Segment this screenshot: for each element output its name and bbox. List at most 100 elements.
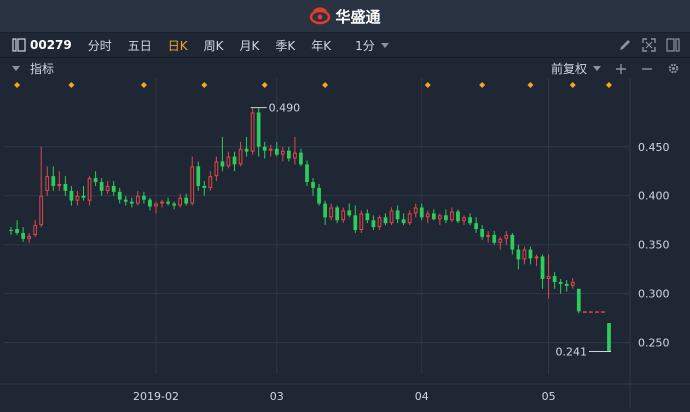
- candle-body: [516, 249, 521, 260]
- candle-body: [564, 283, 569, 286]
- expand-icon[interactable]: [642, 38, 656, 52]
- indicator-bar: 指标 前复权: [0, 58, 690, 78]
- indicator-collapse-icon[interactable]: [12, 65, 20, 71]
- candle-body: [595, 311, 599, 313]
- candle-body: [129, 201, 134, 204]
- candle-body: [81, 195, 86, 198]
- pen-icon[interactable]: [618, 38, 632, 52]
- brand-name: 华盛通: [335, 7, 381, 26]
- candle-body: [202, 185, 207, 188]
- adjust-select[interactable]: 前复权: [551, 60, 601, 77]
- event-marker: [201, 82, 208, 88]
- candle-body: [359, 213, 364, 231]
- stock-code: 00279: [30, 38, 72, 52]
- candle-body: [135, 195, 140, 204]
- candle-body: [15, 229, 19, 233]
- candle-body: [214, 161, 219, 177]
- candle-body: [208, 176, 213, 188]
- period-toolbar: 00279 分时 五日 日K 周K 月K 季K 年K 1分: [0, 33, 690, 58]
- candle-body: [87, 178, 92, 201]
- settings-icon[interactable]: [667, 62, 680, 75]
- candle-body: [341, 210, 346, 221]
- tab-daily-k[interactable]: 日K: [168, 37, 188, 54]
- sidebar-toggle-icon[interactable]: [12, 38, 26, 52]
- candle-body: [431, 213, 436, 220]
- candle-body: [45, 176, 50, 191]
- annotation-label: 0.241: [555, 345, 587, 358]
- candle-body: [184, 197, 189, 204]
- candle-body: [238, 148, 243, 165]
- chart-canvas[interactable]: 0.250 0.300 0.350 0.400 0.450 2019-02 03 04 05 0.…: [0, 78, 690, 408]
- candle-body: [528, 249, 533, 259]
- event-marker: [322, 82, 329, 88]
- brand: 华盛通: [309, 6, 381, 27]
- candle-body: [419, 207, 424, 218]
- tab-quarterly-k[interactable]: 季K: [275, 37, 295, 54]
- candle-body: [498, 238, 503, 243]
- candle-body: [99, 182, 104, 191]
- candlestick-chart[interactable]: 0.250 0.300 0.350 0.400 0.450 2019-02 03 04 05 0.…: [0, 78, 690, 408]
- candle-body: [250, 112, 255, 152]
- candle-body: [546, 276, 551, 279]
- y-tick-label: 0.300: [638, 288, 670, 301]
- candle-body: [468, 217, 472, 224]
- event-marker: [569, 82, 576, 88]
- candle-body: [534, 256, 539, 259]
- candle-body: [456, 211, 460, 222]
- candle-body: [196, 166, 201, 186]
- event-marker: [479, 82, 486, 88]
- candle-body: [166, 201, 170, 204]
- candle-body: [317, 187, 321, 204]
- minus-icon[interactable]: [641, 63, 653, 75]
- minute-select[interactable]: 1分: [355, 37, 389, 54]
- y-tick-label: 0.400: [638, 190, 670, 203]
- chevron-down-icon: [593, 66, 601, 71]
- y-tick-label: 0.250: [638, 337, 670, 350]
- candle-body: [383, 217, 388, 224]
- tab-weekly-k[interactable]: 周K: [204, 37, 224, 54]
- candle-body: [540, 256, 545, 279]
- candle-body: [389, 210, 394, 224]
- annotation-label: 0.490: [269, 102, 301, 115]
- candle-body: [232, 156, 237, 165]
- candle-body: [268, 148, 273, 151]
- y-tick-label: 0.450: [638, 141, 670, 154]
- candle-body: [371, 220, 376, 228]
- indicator-label[interactable]: 指标: [30, 60, 54, 77]
- candle-body: [33, 225, 38, 235]
- candle-body: [154, 203, 158, 207]
- candle-body: [117, 191, 122, 200]
- plus-icon[interactable]: [615, 63, 627, 75]
- candle-body: [160, 201, 164, 204]
- candle-body: [413, 207, 418, 214]
- candle-body: [450, 211, 454, 221]
- candle-body: [558, 281, 563, 284]
- candle-body: [407, 213, 412, 224]
- candle-body: [190, 166, 195, 204]
- candle-body: [462, 217, 466, 222]
- tab-monthly-k[interactable]: 月K: [240, 37, 260, 54]
- candle-body: [262, 146, 267, 151]
- indicator-actions: 前复权: [551, 60, 680, 77]
- candle-body: [220, 161, 225, 167]
- x-tick-label: 2019-02: [133, 390, 179, 403]
- candle-body: [576, 288, 581, 312]
- candle-body: [377, 217, 382, 228]
- layout-icon[interactable]: [666, 38, 680, 52]
- candle-body: [601, 311, 605, 313]
- candle-body: [51, 176, 56, 186]
- candle-body: [365, 213, 370, 221]
- candle-body: [607, 323, 611, 352]
- candle-body: [274, 148, 279, 155]
- candle-body: [21, 232, 25, 239]
- tab-intraday[interactable]: 分时: [88, 37, 112, 54]
- candle-body: [323, 203, 327, 218]
- tab-five-day[interactable]: 五日: [128, 37, 152, 54]
- candle-body: [93, 178, 98, 183]
- tab-yearly-k[interactable]: 年K: [311, 37, 331, 54]
- candle-body: [425, 213, 430, 218]
- candle-body: [437, 215, 442, 220]
- minute-select-label: 1分: [355, 38, 375, 53]
- candle-body: [305, 164, 309, 183]
- candle-body: [353, 215, 358, 231]
